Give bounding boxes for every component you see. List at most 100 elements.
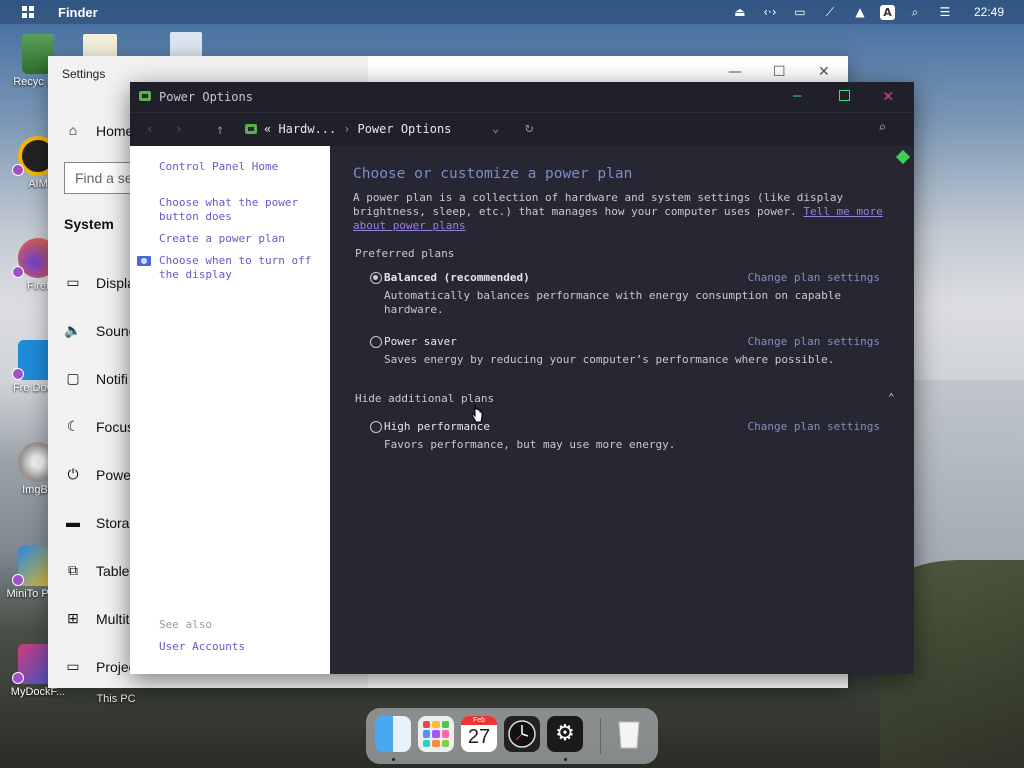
finder-icon[interactable]	[375, 716, 411, 752]
keyboard-input-indicator[interactable]: A	[879, 4, 895, 20]
sound-icon: 🔈	[64, 322, 82, 338]
intro-text: A power plan is a collection of hardware…	[353, 191, 888, 233]
user-accounts-link[interactable]: User Accounts	[159, 640, 245, 654]
clock-icon[interactable]	[504, 716, 540, 752]
settings-section-heading: System	[64, 216, 114, 232]
calendar-month: Feb	[461, 716, 497, 725]
chevron-up-icon[interactable]: ⌃	[888, 391, 895, 404]
settings-nav-multitasking[interactable]: ⊞ Multit	[64, 610, 129, 628]
hand-cursor-icon	[471, 404, 483, 423]
create-plan-link[interactable]: Create a power plan	[159, 232, 285, 246]
settings-nav-projecting[interactable]: ▭ Projec	[64, 658, 135, 676]
settings-nav-label: Multit	[96, 611, 130, 627]
shortcut-badge	[12, 368, 24, 380]
display-schedule-icon	[137, 256, 151, 266]
close-button[interactable]: ✕	[818, 64, 830, 80]
focus-icon: ☾	[66, 418, 80, 434]
back-button[interactable]: ‹	[146, 122, 154, 137]
plan-radio[interactable]	[370, 272, 382, 284]
shortcut-badge	[12, 672, 24, 684]
plan-radio[interactable]	[370, 336, 382, 348]
disk-image-icon	[170, 32, 202, 58]
control-panel-icon	[245, 124, 257, 134]
notification-icon: ▢	[66, 370, 80, 386]
eject-icon[interactable]: ⏏	[730, 4, 750, 20]
settings-nav-tablet[interactable]: ⧉ Tablet	[64, 562, 133, 580]
power-button-link[interactable]: Choose what the power button does	[159, 196, 319, 224]
power-plans-pane: Choose or customize a power plan A power…	[330, 146, 914, 674]
page-heading: Choose or customize a power plan	[353, 166, 633, 182]
settings-nav-notifications[interactable]: ▢ Notifi	[64, 370, 128, 388]
control-panel-home-link[interactable]: Control Panel Home	[159, 160, 278, 174]
change-plan-settings-link[interactable]: Change plan settings	[748, 335, 880, 348]
settings-icon[interactable]: ⚙	[547, 716, 583, 752]
calendar-day: 27	[467, 726, 491, 748]
active-app-name[interactable]: Finder	[58, 5, 98, 20]
turn-off-display-link[interactable]: Choose when to turn off the display	[159, 254, 329, 282]
power-icon: ⏻	[67, 466, 79, 482]
breadcrumb[interactable]: « Hardw... › Power Options	[244, 122, 451, 136]
storage-icon: ▬	[66, 514, 80, 530]
settings-nav-power[interactable]: ⏻ Power	[64, 466, 135, 484]
intro-body: A power plan is a collection of hardware…	[353, 191, 844, 218]
maximize-button[interactable]	[839, 90, 850, 101]
settings-nav-display[interactable]: ▭ Displa	[64, 274, 135, 292]
monitor-icon[interactable]: ▭	[790, 4, 810, 20]
settings-nav-home[interactable]: ⌂ Home	[64, 122, 134, 140]
shortcut-badge	[12, 574, 24, 586]
control-center-icon[interactable]: ☰	[935, 4, 955, 20]
windows-logo-icon[interactable]	[22, 6, 34, 18]
search-icon[interactable]: ⌕	[878, 120, 886, 136]
plan-name[interactable]: Power saver	[384, 335, 457, 348]
up-button[interactable]: ↑	[216, 122, 224, 138]
clock-time[interactable]: 22:49	[974, 5, 1004, 19]
trash-icon[interactable]	[611, 716, 647, 752]
trash-can	[618, 721, 640, 749]
power-options-app-icon	[139, 91, 151, 101]
settings-nav-label: Tablet	[96, 563, 134, 579]
network-off-icon[interactable]: ⟋	[820, 4, 840, 20]
settings-window-title: Settings	[62, 67, 106, 81]
dock-divider	[600, 718, 601, 754]
minimize-button[interactable]: —	[728, 64, 742, 80]
settings-nav-sound[interactable]: 🔈 Sound	[64, 322, 136, 340]
multitasking-icon: ⊞	[67, 610, 79, 626]
desktop-icon-this-pc[interactable]: This PC	[76, 693, 156, 705]
code-icon[interactable]: ‹·›	[760, 4, 780, 20]
shortcut-badge	[12, 164, 24, 176]
change-plan-settings-link[interactable]: Change plan settings	[748, 420, 880, 433]
address-dropdown-icon[interactable]: ⌄	[492, 121, 499, 135]
breadcrumb-parent[interactable]: « Hardw...	[264, 122, 336, 136]
change-plan-settings-link[interactable]: Change plan settings	[748, 271, 880, 284]
launchpad-icon[interactable]	[418, 716, 454, 752]
close-button[interactable]: ✕	[883, 86, 893, 106]
plan-radio[interactable]	[370, 421, 382, 433]
refresh-icon[interactable]: ↻	[525, 120, 533, 136]
settings-nav-label: Focus	[96, 419, 135, 435]
forward-button[interactable]: ›	[175, 122, 183, 137]
preferred-plans-heading: Preferred plans	[355, 247, 455, 260]
upload-icon[interactable]: ▲	[850, 4, 870, 20]
calendar-icon[interactable]: Feb 27	[461, 716, 497, 752]
breadcrumb-current[interactable]: Power Options	[357, 122, 451, 136]
plan-name[interactable]: Balanced (recommended)	[384, 271, 530, 284]
minimize-button[interactable]: —	[793, 88, 801, 104]
see-also-heading: See also	[159, 618, 212, 631]
running-indicator	[564, 758, 567, 761]
projecting-icon: ▭	[66, 658, 80, 674]
settings-nav-storage[interactable]: ▬ Storag	[64, 514, 137, 532]
maximize-button[interactable]: ☐	[773, 64, 786, 80]
home-icon: ⌂	[68, 122, 78, 138]
settings-nav-label: Notifi	[96, 371, 128, 387]
tablet-icon: ⧉	[68, 562, 78, 578]
clock-face	[508, 720, 536, 748]
display-icon: ▭	[66, 274, 80, 290]
status-diamond-icon	[895, 149, 911, 165]
plan-description: Automatically balances performance with …	[384, 289, 841, 316]
search-icon[interactable]: ⌕	[905, 4, 925, 20]
settings-nav-focus[interactable]: ☾ Focus	[64, 418, 134, 436]
power-options-window: Power Options — ✕ ‹ › ↑ « Hardw... › Pow…	[130, 82, 914, 674]
breadcrumb-separator: ›	[343, 122, 351, 136]
plan-description: Saves energy by reducing your computer’s…	[384, 353, 835, 366]
power-options-titlebar[interactable]: Power Options — ✕	[130, 82, 914, 112]
